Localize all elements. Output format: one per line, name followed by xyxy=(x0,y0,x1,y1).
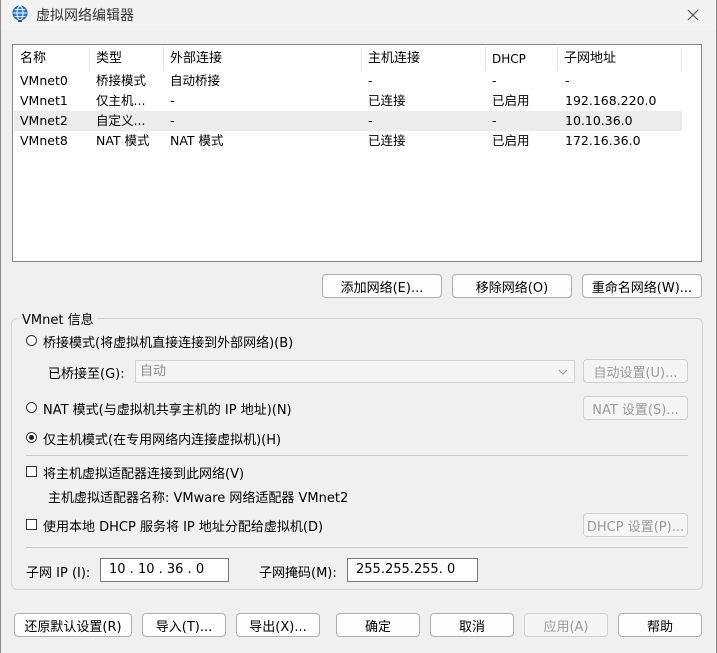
cell-name: VMnet8 xyxy=(20,133,68,148)
cell-host: 已连接 xyxy=(368,93,406,108)
host-only-mode-radio[interactable] xyxy=(26,432,37,443)
import-button[interactable]: 导入(T)... xyxy=(142,613,226,637)
cell-type: 仅主机... xyxy=(96,93,146,108)
bridged-mode-radio[interactable] xyxy=(26,335,37,346)
cell-external: - xyxy=(170,113,175,128)
cell-subnet: - xyxy=(565,73,570,88)
cell-subnet: 10.10.36.0 xyxy=(565,113,633,128)
cell-external: - xyxy=(170,93,175,108)
close-button[interactable] xyxy=(676,2,710,28)
dhcp-checkbox[interactable] xyxy=(26,519,37,530)
nat-settings-button[interactable]: NAT 设置(S)... xyxy=(583,396,688,420)
subnet-mask-label: 子网掩码(M): xyxy=(259,566,337,581)
virtual-network-editor-window: 虚拟网络编辑器 名称 类型 外部连接 主机连接 DHCP 子网地址 VMnet0… xyxy=(0,0,717,653)
help-button[interactable]: 帮助 xyxy=(618,613,702,637)
cell-subnet: 172.16.36.0 xyxy=(565,133,641,148)
cell-type: 自定义... xyxy=(96,113,146,128)
cell-external: 自动桥接 xyxy=(170,73,221,88)
cell-name: VMnet1 xyxy=(20,93,68,108)
cancel-button[interactable]: 取消 xyxy=(430,613,514,637)
nat-mode-label[interactable]: NAT 模式(与虚拟机共享主机的 IP 地址)(N) xyxy=(43,399,292,418)
divider xyxy=(26,547,688,548)
window-title: 虚拟网络编辑器 xyxy=(36,8,134,24)
host-only-mode-label[interactable]: 仅主机模式(在专用网络内连接虚拟机)(H) xyxy=(43,429,281,448)
nat-mode-radio[interactable] xyxy=(26,402,37,413)
cell-host: - xyxy=(368,73,373,88)
vmnet-info-title: VMnet 信息 xyxy=(19,309,97,328)
bridged-mode-label[interactable]: 桥接模式(将虚拟机直接连接到外部网络)(B) xyxy=(43,332,293,351)
cell-dhcp: - xyxy=(492,73,497,88)
table-row[interactable]: VMnet0 桥接模式 自动桥接 - - - xyxy=(14,71,682,91)
column-header-name[interactable]: 名称 xyxy=(14,47,90,71)
bridged-to-select[interactable]: 自动 xyxy=(135,360,575,383)
column-header-host[interactable]: 主机连接 xyxy=(362,47,486,71)
bridged-to-label: 已桥接至(G): xyxy=(48,367,125,382)
column-header-type[interactable]: 类型 xyxy=(90,47,164,71)
table-row-selected[interactable]: VMnet2 自定义... - - - 10.10.36.0 xyxy=(14,111,682,131)
column-header-dhcp[interactable]: DHCP xyxy=(486,47,558,71)
cell-subnet: 192.168.220.0 xyxy=(565,93,657,108)
column-header-external[interactable]: 外部连接 xyxy=(164,47,362,71)
cell-external: NAT 模式 xyxy=(170,133,224,148)
network-globe-icon xyxy=(12,5,28,22)
table-row[interactable]: VMnet8 NAT 模式 NAT 模式 已连接 已启用 172.16.36.0 xyxy=(14,131,682,151)
restore-defaults-button[interactable]: 还原默认设置(R) xyxy=(14,613,132,637)
cell-host: 已连接 xyxy=(368,133,406,148)
subnet-ip-input[interactable]: 10 . 10 . 36 . 0 xyxy=(100,558,229,582)
connect-adapter-label[interactable]: 将主机虚拟适配器连接到此网络(V) xyxy=(43,463,244,482)
subnet-mask-input[interactable]: 255.255.255. 0 xyxy=(347,558,478,582)
table-row[interactable]: VMnet1 仅主机... - 已连接 已启用 192.168.220.0 xyxy=(14,91,682,111)
divider xyxy=(26,455,688,456)
cell-type: NAT 模式 xyxy=(96,133,150,148)
cell-name: VMnet2 xyxy=(20,113,68,128)
cell-dhcp: - xyxy=(492,113,497,128)
remove-network-button[interactable]: 移除网络(O) xyxy=(452,274,572,298)
subnet-ip-label: 子网 IP (I): xyxy=(26,566,91,581)
close-icon xyxy=(687,9,699,21)
dhcp-settings-button[interactable]: DHCP 设置(P)... xyxy=(583,513,688,537)
cell-type: 桥接模式 xyxy=(96,73,147,88)
ok-button[interactable]: 确定 xyxy=(336,613,420,637)
cell-name: VMnet0 xyxy=(20,73,68,88)
cell-dhcp: 已启用 xyxy=(492,133,530,148)
network-list[interactable]: 名称 类型 外部连接 主机连接 DHCP 子网地址 VMnet0 桥接模式 自动… xyxy=(12,44,702,262)
add-network-button[interactable]: 添加网络(E)... xyxy=(322,274,442,298)
apply-button[interactable]: 应用(A) xyxy=(524,613,608,637)
auto-settings-button[interactable]: 自动设置(U)... xyxy=(583,359,688,383)
dhcp-label[interactable]: 使用本地 DHCP 服务将 IP 地址分配给虚拟机(D) xyxy=(43,516,323,535)
chevron-down-icon xyxy=(558,369,568,375)
cell-dhcp: 已启用 xyxy=(492,93,530,108)
column-header-subnet[interactable]: 子网地址 xyxy=(558,47,682,71)
cell-host: - xyxy=(368,113,373,128)
rename-network-button[interactable]: 重命名网络(W)... xyxy=(582,274,702,298)
bridged-to-value: 自动 xyxy=(140,364,167,379)
adapter-name-text: 主机虚拟适配器名称: VMware 网络适配器 VMnet2 xyxy=(48,491,349,506)
export-button[interactable]: 导出(X)... xyxy=(236,613,320,637)
connect-adapter-checkbox[interactable] xyxy=(26,466,37,477)
